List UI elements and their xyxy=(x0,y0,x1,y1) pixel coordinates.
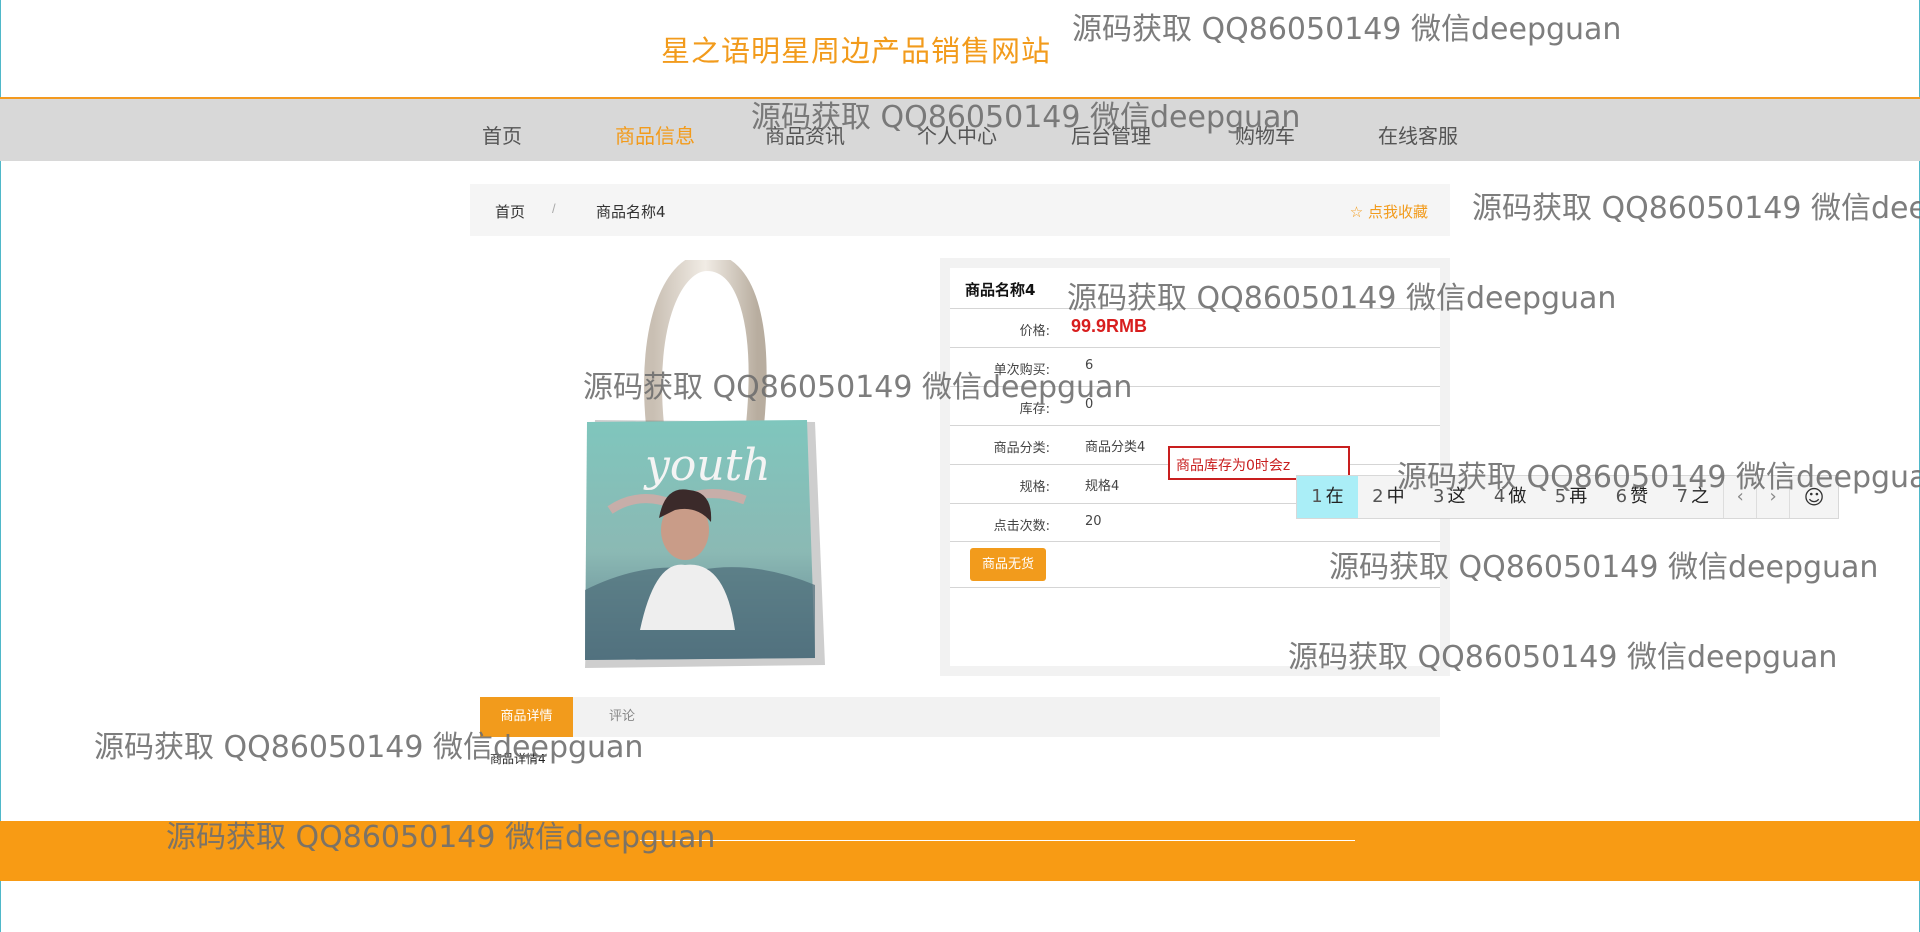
favorite-button[interactable]: ☆ 点我收藏 xyxy=(1350,201,1428,222)
chevron-right-icon[interactable]: › xyxy=(1756,476,1789,518)
product-detail-content: 商品详情4 xyxy=(490,752,546,766)
min-purchase-value: 6 xyxy=(1085,358,1094,373)
min-purchase-label: 单次购买: xyxy=(993,363,1050,378)
ime-candidate[interactable]: 7之 xyxy=(1662,476,1723,518)
price-label: 价格: xyxy=(1019,324,1050,339)
ime-candidate[interactable]: 1在 xyxy=(1297,476,1358,518)
breadcrumb: 首页 / 商品名称4 ☆ 点我收藏 xyxy=(470,184,1450,236)
out-of-stock-button[interactable]: 商品无货 xyxy=(970,548,1046,581)
nav-item-profile[interactable]: 个人中心 xyxy=(917,120,997,149)
smiley-icon[interactable]: ☺ xyxy=(1789,476,1838,518)
nav-item-news[interactable]: 商品资讯 xyxy=(765,120,845,149)
tab-product-detail[interactable]: 商品详情 xyxy=(480,697,573,737)
site-title: 星之语明星周边产品销售网站 xyxy=(661,34,1052,68)
nav-item-cart[interactable]: 购物车 xyxy=(1235,120,1295,149)
breadcrumb-home[interactable]: 首页 xyxy=(495,201,525,222)
nav-item-support[interactable]: 在线客服 xyxy=(1378,120,1458,149)
nav-item-products[interactable]: 商品信息 xyxy=(615,120,695,149)
row-divider xyxy=(950,587,1440,588)
nav-item-admin[interactable]: 后台管理 xyxy=(1071,120,1151,149)
clicks-label: 点击次数: xyxy=(993,519,1050,534)
category-label: 商品分类: xyxy=(993,441,1050,456)
stock-value: 0 xyxy=(1085,397,1094,412)
chevron-left-icon[interactable]: ‹ xyxy=(1723,476,1756,518)
main-nav: 首页 商品信息 商品资讯 个人中心 后台管理 购物车 在线客服 xyxy=(0,99,1920,161)
ime-candidate[interactable]: 5再 xyxy=(1541,476,1602,518)
spec-value: 规格4 xyxy=(1085,479,1120,494)
star-outline-icon: ☆ xyxy=(1349,203,1364,221)
ime-candidate[interactable]: 3这 xyxy=(1419,476,1480,518)
breadcrumb-separator: / xyxy=(552,201,556,216)
row-divider xyxy=(950,308,1440,309)
row-divider xyxy=(950,347,1440,348)
product-name: 商品名称4 xyxy=(965,281,1036,299)
watermark: 源码获取 QQ86050149 微信deepguan xyxy=(1072,12,1622,47)
svg-text:youth: youth xyxy=(643,440,771,491)
favorite-label: 点我收藏 xyxy=(1367,203,1428,221)
ime-candidate[interactable]: 2中 xyxy=(1358,476,1419,518)
nav-item-home[interactable]: 首页 xyxy=(482,120,522,149)
ime-candidate[interactable]: 4做 xyxy=(1480,476,1541,518)
product-tabs: 商品详情 评论 xyxy=(480,697,1440,737)
spec-label: 规格: xyxy=(1019,480,1050,495)
product-image: youth xyxy=(585,260,825,668)
ime-candidate-bar: 1在 2中 3这 4做 5再 6赞 7之 ‹ › ☺ xyxy=(1296,475,1839,519)
watermark: 源码获取 QQ86050149 微信deepguan xyxy=(1472,191,1920,226)
row-divider xyxy=(950,386,1440,387)
tab-comments[interactable]: 评论 xyxy=(609,697,635,737)
clicks-value: 20 xyxy=(1085,514,1102,529)
site-footer xyxy=(0,821,1920,881)
row-divider xyxy=(950,541,1440,542)
row-divider xyxy=(950,425,1440,426)
product-price: 99.9RMB xyxy=(1071,316,1148,336)
stock-label: 库存: xyxy=(1019,402,1050,417)
category-value: 商品分类4 xyxy=(1085,440,1146,455)
ime-candidate[interactable]: 6赞 xyxy=(1601,476,1662,518)
breadcrumb-current: 商品名称4 xyxy=(596,203,666,221)
footer-divider xyxy=(640,840,1355,841)
